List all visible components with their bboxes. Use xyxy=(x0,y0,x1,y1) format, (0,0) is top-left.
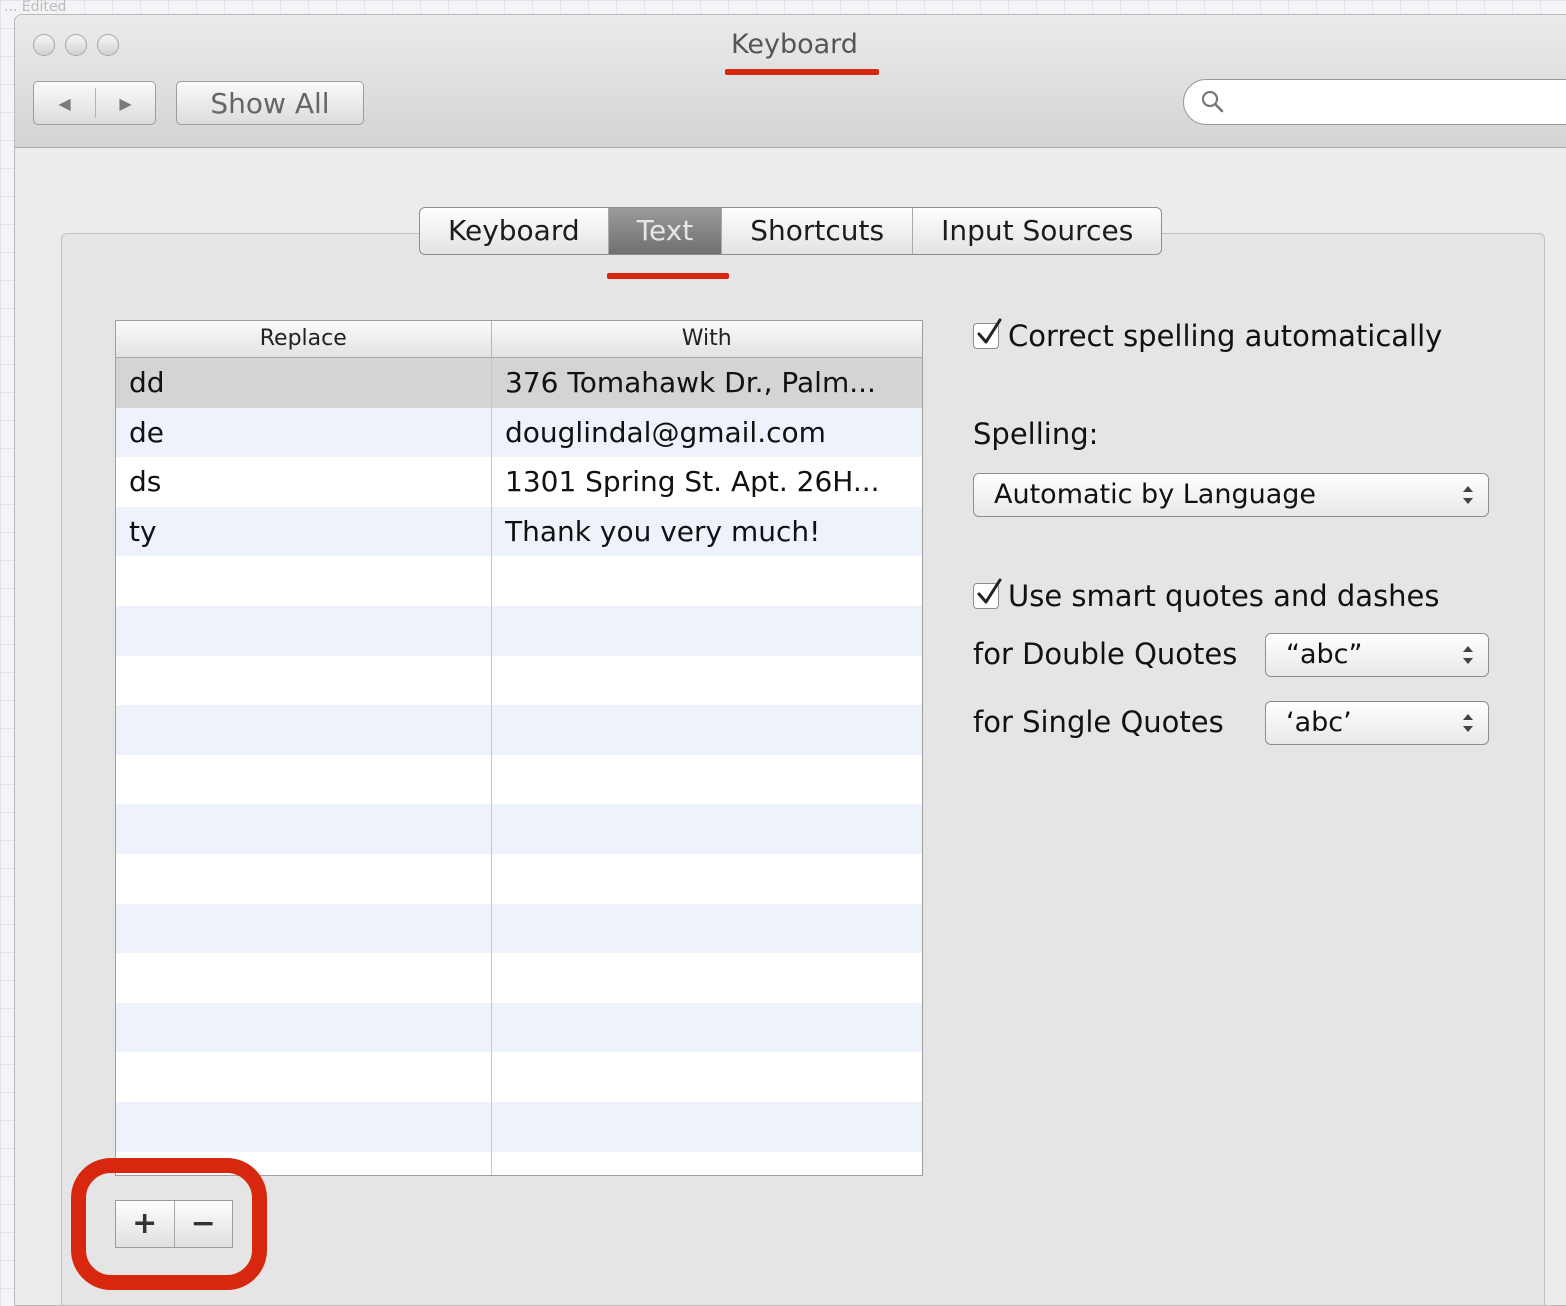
smart-quotes-option[interactable]: Use smart quotes and dashes xyxy=(973,578,1440,613)
title-annotation-underline xyxy=(725,69,879,75)
text-replacement-table[interactable]: Replace With dd 376 Tomahawk Dr., Palm..… xyxy=(115,320,923,1176)
smart-quotes-checkbox[interactable] xyxy=(973,578,1002,609)
spelling-language-value: Automatic by Language xyxy=(994,479,1316,510)
single-quotes-popup[interactable]: ‘abc’ xyxy=(1265,701,1489,745)
double-quotes-value: “abc” xyxy=(1286,639,1363,670)
empty-row xyxy=(116,656,922,706)
correct-spelling-checkbox[interactable] xyxy=(973,318,1002,349)
background-window-fragment: ... Edited xyxy=(4,0,67,15)
with-cell: 1301 Spring St. Apt. 26H... xyxy=(505,465,880,499)
replace-cell: dd xyxy=(129,366,165,399)
table-row[interactable]: de douglindal@gmail.com xyxy=(116,407,922,458)
show-all-button[interactable]: Show All xyxy=(176,81,364,125)
window-title: Keyboard xyxy=(731,29,858,60)
empty-row xyxy=(116,804,922,854)
show-all-label: Show All xyxy=(210,86,330,120)
back-arrow-icon: ◀ xyxy=(58,93,71,113)
magnifier-icon xyxy=(1201,90,1224,113)
column-header-replace[interactable]: Replace xyxy=(116,321,492,357)
empty-row xyxy=(116,556,922,606)
empty-row xyxy=(116,605,922,656)
table-rows: dd 376 Tomahawk Dr., Palm... de douglind… xyxy=(116,358,922,1152)
with-cell: douglindal@gmail.com xyxy=(505,415,826,449)
empty-row xyxy=(116,953,922,1003)
empty-row xyxy=(116,1002,922,1053)
spelling-language-popup[interactable]: Automatic by Language xyxy=(973,473,1489,517)
replace-cell: ty xyxy=(129,514,157,548)
column-divider xyxy=(491,358,492,1175)
tab-annotation-underline xyxy=(607,273,729,279)
close-window-button[interactable] xyxy=(33,34,55,56)
tab-keyboard[interactable]: Keyboard xyxy=(420,208,609,254)
zoom-window-button[interactable] xyxy=(97,34,119,56)
empty-row xyxy=(116,755,922,805)
with-cell: Thank you very much! xyxy=(505,514,821,548)
forward-arrow-icon: ▶ xyxy=(119,93,132,113)
preference-tabs: Keyboard Text Shortcuts Input Sources xyxy=(419,207,1163,255)
single-quotes-value: ‘abc’ xyxy=(1286,707,1352,738)
with-cell: 376 Tomahawk Dr., Palm... xyxy=(505,366,876,399)
keyboard-preferences-window: Keyboard ◀ ▶ Show All Keyboard Text Shor… xyxy=(14,14,1566,1306)
single-quotes-label: for Single Quotes xyxy=(973,705,1224,739)
table-header: Replace With xyxy=(116,321,922,358)
tab-shortcuts[interactable]: Shortcuts xyxy=(722,208,914,254)
empty-row xyxy=(116,705,922,755)
empty-row xyxy=(116,854,922,904)
correct-spelling-label: Correct spelling automatically xyxy=(1008,319,1443,353)
empty-row xyxy=(116,1101,922,1152)
table-row[interactable]: ds 1301 Spring St. Apt. 26H... xyxy=(116,457,922,507)
double-quotes-label: for Double Quotes xyxy=(973,637,1238,671)
table-row[interactable]: dd 376 Tomahawk Dr., Palm... xyxy=(116,358,922,408)
search-field[interactable] xyxy=(1183,79,1566,125)
tab-input-sources[interactable]: Input Sources xyxy=(913,208,1161,254)
smart-quotes-label: Use smart quotes and dashes xyxy=(1008,579,1440,613)
updown-arrows-icon xyxy=(1463,646,1473,664)
add-remove-annotation-box xyxy=(71,1158,267,1290)
replace-cell: de xyxy=(129,415,164,449)
tab-text[interactable]: Text xyxy=(608,208,723,254)
column-header-with[interactable]: With xyxy=(492,321,922,357)
double-quotes-popup[interactable]: “abc” xyxy=(1265,633,1489,677)
back-button[interactable]: ◀ xyxy=(34,82,95,124)
table-row[interactable]: ty Thank you very much! xyxy=(116,506,922,557)
back-forward-control: ◀ ▶ xyxy=(33,81,156,125)
correct-spelling-option[interactable]: Correct spelling automatically xyxy=(973,318,1443,353)
search-input[interactable] xyxy=(1236,86,1566,120)
spelling-label: Spelling: xyxy=(973,417,1099,451)
check-mark-icon xyxy=(977,318,1002,344)
updown-arrows-icon xyxy=(1463,486,1473,504)
empty-row xyxy=(116,903,922,954)
empty-row xyxy=(116,1052,922,1102)
check-mark-icon xyxy=(977,578,1002,604)
title-toolbar: Keyboard ◀ ▶ Show All xyxy=(15,15,1566,148)
minimize-window-button[interactable] xyxy=(65,34,87,56)
updown-arrows-icon xyxy=(1463,714,1473,732)
forward-button[interactable]: ▶ xyxy=(95,82,156,124)
replace-cell: ds xyxy=(129,465,162,499)
